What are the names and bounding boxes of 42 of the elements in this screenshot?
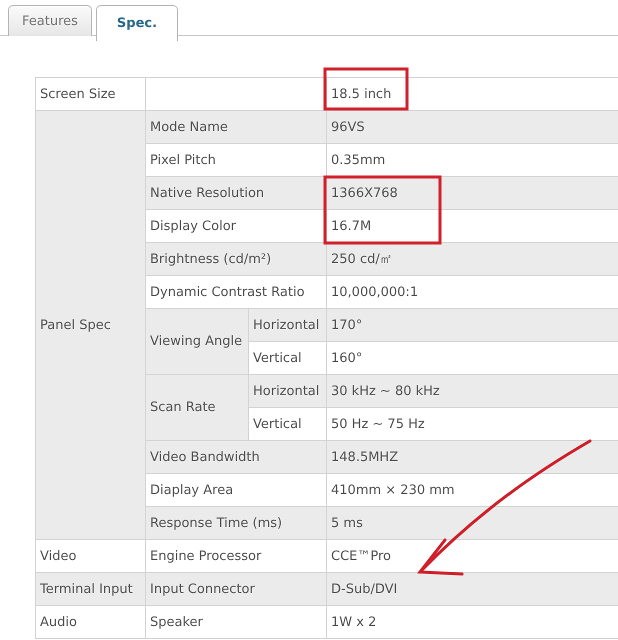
category-cell: Panel Spec (40, 318, 111, 332)
spec-name-cell: Scan Rate (150, 400, 216, 415)
spec-name-cell: Speaker (150, 614, 203, 630)
spec-value-cell: 30 kHz ~ 80 kHz (331, 384, 440, 398)
spec-value-cell: 170° (331, 318, 362, 332)
spec-name-cell: Brightness (cd/m²) (150, 252, 272, 266)
spec-name-cell: Display Color (150, 218, 236, 234)
category-cell: Screen Size (40, 86, 116, 102)
spec-name-cell: Engine Processor (150, 548, 262, 564)
spec-value-cell: CCE™Pro (331, 548, 391, 564)
spec-value-cell: D-Sub/DVI (331, 582, 398, 596)
sub-spec-cell: Vertical (253, 350, 302, 366)
spec-value-cell: 18.5 inch (331, 86, 392, 102)
spec-value-cell: 0.35mm (331, 152, 386, 168)
spec-name-cell: Native Resolution (150, 186, 264, 200)
spec-value-cell: 5 ms (331, 516, 363, 530)
tab[interactable]: Spec. (96, 5, 178, 41)
sub-spec-cell: Vertical (253, 416, 302, 432)
spec-name-cell: Video Bandwidth (150, 450, 260, 464)
spec-value-cell: 410mm × 230 mm (331, 482, 455, 498)
spec-name-cell: Response Time (ms) (150, 516, 282, 530)
spec-value-cell: 160° (331, 350, 362, 366)
spec-name-cell: Mode Name (150, 120, 228, 134)
spec-name-cell: Dynamic Contrast Ratio (150, 284, 305, 300)
spec-value-cell: 250 cd/㎡ (331, 252, 393, 267)
category-cell: Video (40, 548, 76, 564)
spec-value-cell: 96VS (331, 120, 365, 134)
spec-name-cell: Diaplay Area (150, 482, 234, 498)
spec-value-cell: 16.7M (331, 218, 372, 234)
spec-value-cell: 10,000,000:1 (331, 284, 418, 300)
spec-value-cell: 148.5MHZ (331, 450, 398, 464)
spec-value-cell: 50 Hz ~ 75 Hz (331, 416, 425, 432)
sub-spec-cell: Horizontal (253, 318, 320, 332)
category-cell: Terminal Input (40, 582, 133, 596)
spec-name-cell: Input Connector (150, 582, 255, 596)
category-cell: Audio (40, 614, 77, 630)
spec-name-cell: Pixel Pitch (150, 152, 216, 168)
spec-value-cell: 1366X768 (331, 186, 398, 200)
spec-value-cell: 1W x 2 (331, 614, 376, 630)
tab[interactable]: Features (8, 5, 92, 36)
spec-name-cell: Viewing Angle (150, 334, 242, 349)
sub-spec-cell: Horizontal (253, 384, 320, 398)
